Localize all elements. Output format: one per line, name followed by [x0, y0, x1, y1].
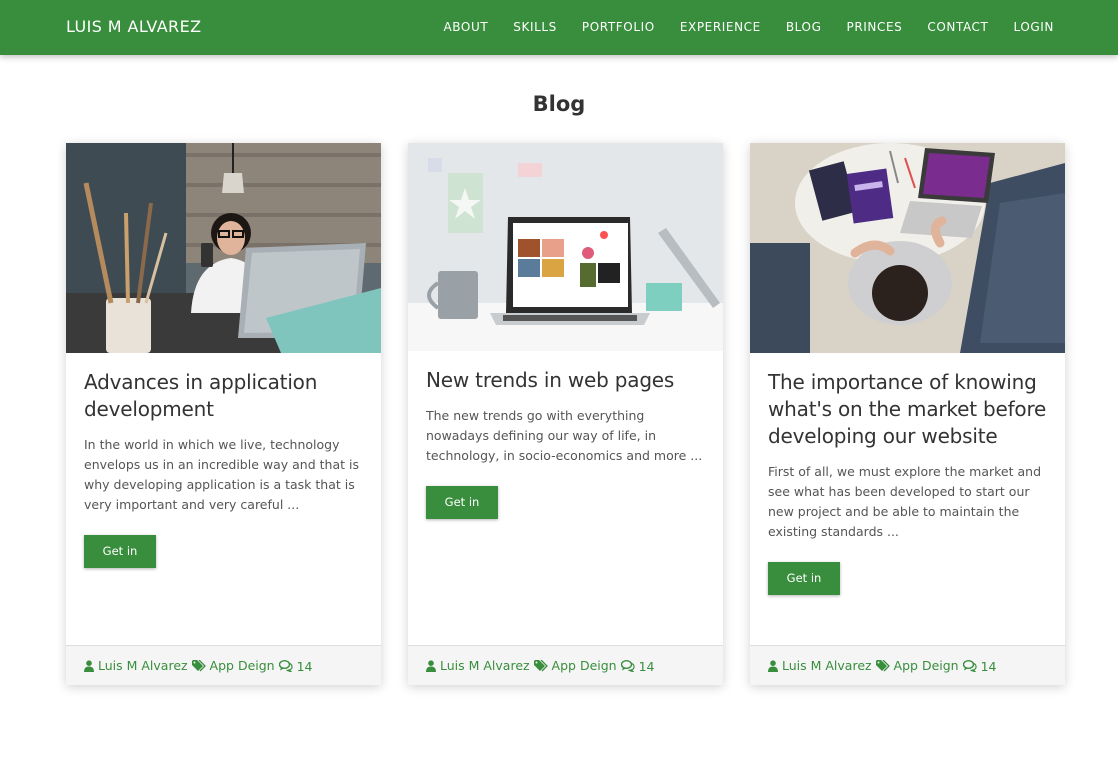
get-in-button[interactable]: Get in — [768, 562, 840, 595]
card-text: The new trends go with everything nowada… — [426, 408, 703, 463]
nav-item-princes: PRINCES — [834, 20, 915, 34]
nav-links: ABOUT SKILLS PORTFOLIO EXPERIENCE BLOG P… — [431, 20, 1054, 34]
card-image[interactable] — [66, 143, 381, 353]
nav-item-about: ABOUT — [431, 20, 501, 34]
comments-count: 14 — [980, 659, 997, 674]
user-icon — [768, 659, 778, 674]
author-link[interactable]: Luis M Alvarez — [98, 658, 188, 673]
brand-logo[interactable]: LUIS M ALVAREZ — [66, 17, 201, 36]
nav-item-login: LOGIN — [1001, 20, 1054, 34]
blog-card: New trends in web pages The new trends g… — [408, 143, 723, 685]
card-body: Advances in application development In t… — [84, 369, 363, 568]
tags-icon — [533, 659, 548, 674]
card-footer: Luis M Alvarez App Deign 14 — [66, 645, 381, 685]
tags-icon — [191, 659, 206, 674]
category-link[interactable]: App Deign — [552, 658, 617, 673]
nav-link-skills[interactable]: SKILLS — [501, 20, 570, 34]
user-icon — [84, 659, 94, 674]
nav-link-contact[interactable]: CONTACT — [915, 20, 1001, 34]
author-link[interactable]: Luis M Alvarez — [440, 658, 530, 673]
blog-section-title: Blog — [532, 92, 586, 116]
nav-link-login[interactable]: LOGIN — [1001, 20, 1054, 34]
card-title[interactable]: The importance of knowing what's on the … — [768, 369, 1047, 450]
nav-link-experience[interactable]: EXPERIENCE — [667, 20, 773, 34]
nav-link-portfolio[interactable]: PORTFOLIO — [569, 20, 667, 34]
nav-item-blog: BLOG — [773, 20, 834, 34]
nav-link-blog[interactable]: BLOG — [773, 20, 834, 34]
nav-link-princes[interactable]: PRINCES — [834, 20, 915, 34]
top-navbar: LUIS M ALVAREZ ABOUT SKILLS PORTFOLIO EX… — [0, 0, 1118, 55]
overhead-person-with-laptop-photo — [750, 143, 1065, 353]
card-image[interactable] — [750, 143, 1065, 353]
comments-icon — [620, 659, 635, 674]
user-icon — [426, 659, 436, 674]
card-title[interactable]: New trends in web pages — [426, 367, 705, 394]
card-title[interactable]: Advances in application development — [84, 369, 363, 423]
card-body: The importance of knowing what's on the … — [768, 369, 1047, 595]
card-footer: Luis M Alvarez App Deign 14 — [750, 645, 1065, 685]
comments-icon — [962, 659, 977, 674]
get-in-button[interactable]: Get in — [426, 486, 498, 519]
nav-link-about[interactable]: ABOUT — [431, 20, 501, 34]
nav-item-portfolio: PORTFOLIO — [569, 20, 667, 34]
blog-card: Advances in application development In t… — [66, 143, 381, 685]
comments-icon — [278, 659, 293, 674]
card-text: In the world in which we live, technolog… — [84, 437, 359, 512]
laptop-on-desk-photo — [408, 143, 723, 351]
nav-item-contact: CONTACT — [915, 20, 1001, 34]
card-image[interactable] — [408, 143, 723, 351]
comments-count: 14 — [638, 659, 655, 674]
card-text: First of all, we must explore the market… — [768, 464, 1042, 539]
card-body: New trends in web pages The new trends g… — [426, 367, 705, 519]
nav-item-experience: EXPERIENCE — [667, 20, 773, 34]
blog-card: The importance of knowing what's on the … — [750, 143, 1065, 685]
nav-item-skills: SKILLS — [501, 20, 570, 34]
comments-count: 14 — [296, 659, 313, 674]
woman-with-phone-and-laptop-photo — [66, 143, 381, 353]
get-in-button[interactable]: Get in — [84, 535, 156, 568]
category-link[interactable]: App Deign — [210, 658, 275, 673]
tags-icon — [875, 659, 890, 674]
author-link[interactable]: Luis M Alvarez — [782, 658, 872, 673]
category-link[interactable]: App Deign — [894, 658, 959, 673]
card-footer: Luis M Alvarez App Deign 14 — [408, 645, 723, 685]
